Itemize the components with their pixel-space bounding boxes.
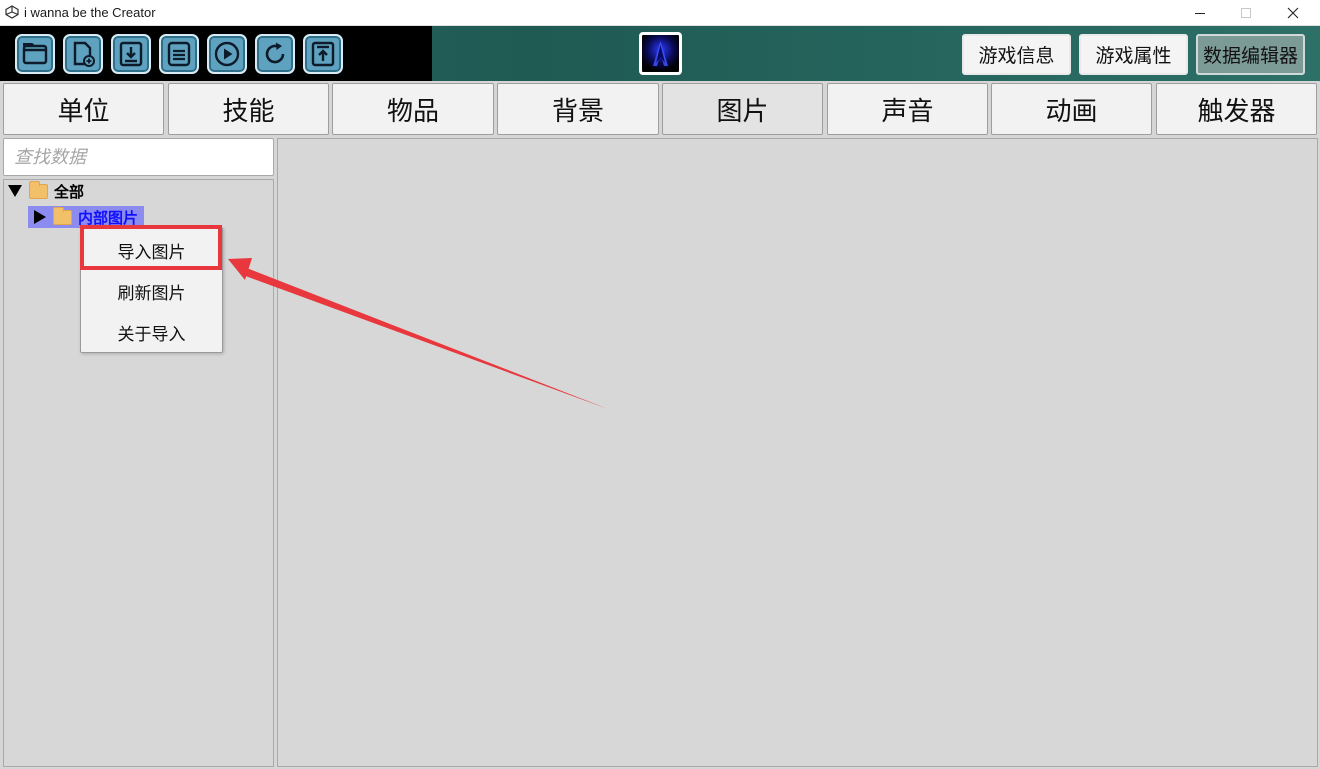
maximize-button[interactable] bbox=[1223, 0, 1269, 26]
save-icon bbox=[167, 41, 191, 67]
play-button[interactable] bbox=[207, 34, 247, 74]
save-button[interactable] bbox=[159, 34, 199, 74]
tab-skills[interactable]: 技能 bbox=[168, 83, 329, 135]
tab-animations[interactable]: 动画 bbox=[991, 83, 1152, 135]
search-input[interactable] bbox=[4, 139, 273, 175]
close-icon bbox=[1287, 7, 1299, 19]
game-logo-icon bbox=[653, 41, 668, 66]
close-button[interactable] bbox=[1270, 0, 1316, 26]
editor-panel bbox=[277, 138, 1318, 767]
play-icon bbox=[214, 41, 240, 67]
new-file-icon bbox=[73, 41, 95, 67]
upload-button[interactable] bbox=[303, 34, 343, 74]
collapse-arrow-icon[interactable] bbox=[34, 210, 46, 224]
toolbar: 游戏信息 游戏属性 数据编辑器 bbox=[0, 26, 1320, 81]
tab-backgrounds[interactable]: 背景 bbox=[497, 83, 659, 135]
title-bar: i wanna be the Creator bbox=[0, 0, 1320, 26]
refresh-button[interactable] bbox=[255, 34, 295, 74]
menu-item-about-import[interactable]: 关于导入 bbox=[81, 312, 222, 352]
game-properties-button[interactable]: 游戏属性 bbox=[1079, 34, 1188, 75]
tree-node-all[interactable]: 全部 bbox=[8, 180, 84, 202]
tab-items[interactable]: 物品 bbox=[332, 83, 494, 135]
app-logo-icon bbox=[5, 5, 19, 19]
folder-icon bbox=[29, 180, 48, 199]
tab-images[interactable]: 图片 bbox=[662, 83, 823, 135]
annotation-highlight-box bbox=[80, 225, 222, 270]
maximize-icon bbox=[1241, 8, 1251, 18]
refresh-icon bbox=[265, 42, 285, 64]
menu-item-refresh-images[interactable]: 刷新图片 bbox=[81, 271, 222, 311]
new-file-button[interactable] bbox=[63, 34, 103, 74]
tab-units[interactable]: 单位 bbox=[3, 83, 164, 135]
search-box bbox=[3, 138, 274, 176]
upload-icon bbox=[311, 41, 335, 67]
game-logo bbox=[639, 32, 682, 75]
folder-icon bbox=[53, 206, 72, 225]
open-folder-icon bbox=[22, 43, 48, 65]
download-icon bbox=[119, 41, 143, 67]
window-title: i wanna be the Creator bbox=[24, 5, 156, 20]
tab-triggers[interactable]: 触发器 bbox=[1156, 83, 1317, 135]
data-editor-button[interactable]: 数据编辑器 bbox=[1196, 34, 1305, 75]
open-project-button[interactable] bbox=[15, 34, 55, 74]
expand-arrow-icon[interactable] bbox=[8, 185, 22, 197]
tree-node-label: 全部 bbox=[54, 182, 85, 201]
tab-sounds[interactable]: 声音 bbox=[827, 83, 988, 135]
toolbar-icon-strip bbox=[0, 26, 432, 81]
game-info-button[interactable]: 游戏信息 bbox=[962, 34, 1071, 75]
minimize-icon bbox=[1195, 13, 1205, 14]
minimize-button[interactable] bbox=[1177, 0, 1223, 26]
download-button[interactable] bbox=[111, 34, 151, 74]
